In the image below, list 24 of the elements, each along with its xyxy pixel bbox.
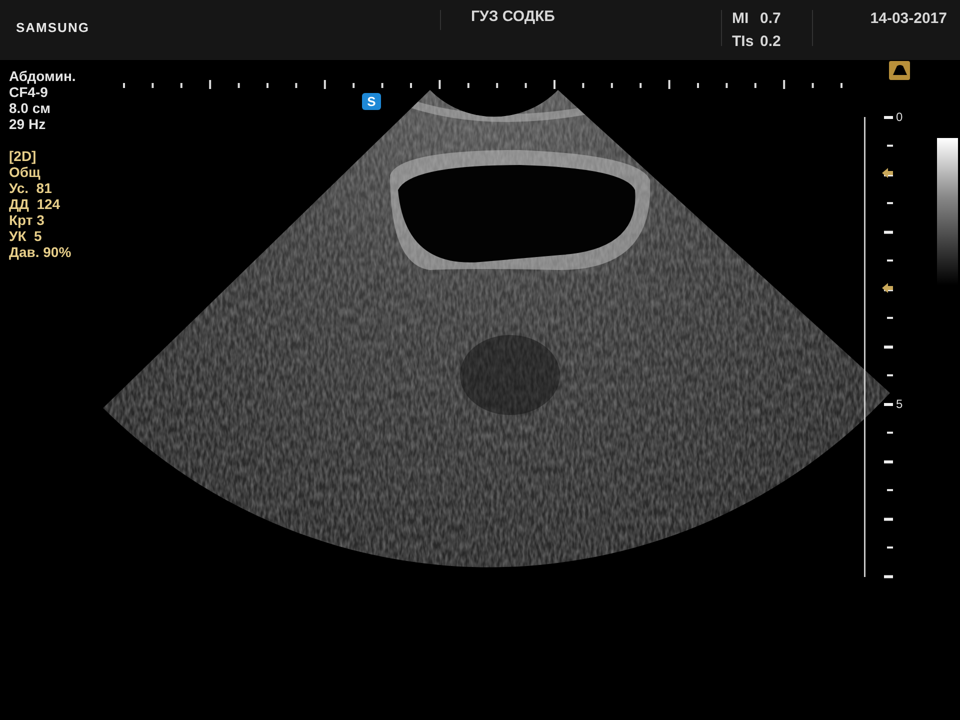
focus-marker-icon bbox=[882, 168, 893, 178]
index-label: TIs bbox=[732, 33, 755, 50]
focus-marker-icon bbox=[882, 283, 893, 293]
probe-icon[interactable] bbox=[889, 61, 910, 80]
mode-info-text: Крт 3 bbox=[9, 212, 46, 228]
index-value: 0.2 bbox=[760, 33, 782, 50]
steer-marker: S bbox=[362, 93, 381, 110]
probe-info-text: CF4-9 bbox=[9, 84, 49, 100]
probe-info-text: 8.0 см bbox=[9, 100, 52, 116]
mode-info-text: ДД 124 bbox=[9, 196, 62, 212]
brand-logo: SAMSUNG bbox=[15, 19, 90, 37]
exam-date: 14-03-2017 bbox=[869, 9, 948, 29]
index-label: MI bbox=[732, 10, 750, 27]
mode-info-text: Общ bbox=[9, 164, 42, 180]
probe-info-text: 29 Hz bbox=[9, 116, 47, 132]
institution-name: ГУЗ СОДКБ bbox=[470, 7, 556, 27]
index-value: 0.7 bbox=[760, 10, 782, 27]
mode-info-text: Ус. 81 bbox=[9, 180, 53, 196]
mode-info-text: [2D] bbox=[9, 148, 38, 164]
depth-label: 5 bbox=[896, 398, 903, 410]
mode-info-text: Дав. 90% bbox=[9, 244, 72, 260]
mode-info-text: УК 5 bbox=[9, 228, 43, 244]
depth-label: 0 bbox=[896, 111, 903, 123]
probe-info-text: Абдомин. bbox=[9, 68, 76, 84]
